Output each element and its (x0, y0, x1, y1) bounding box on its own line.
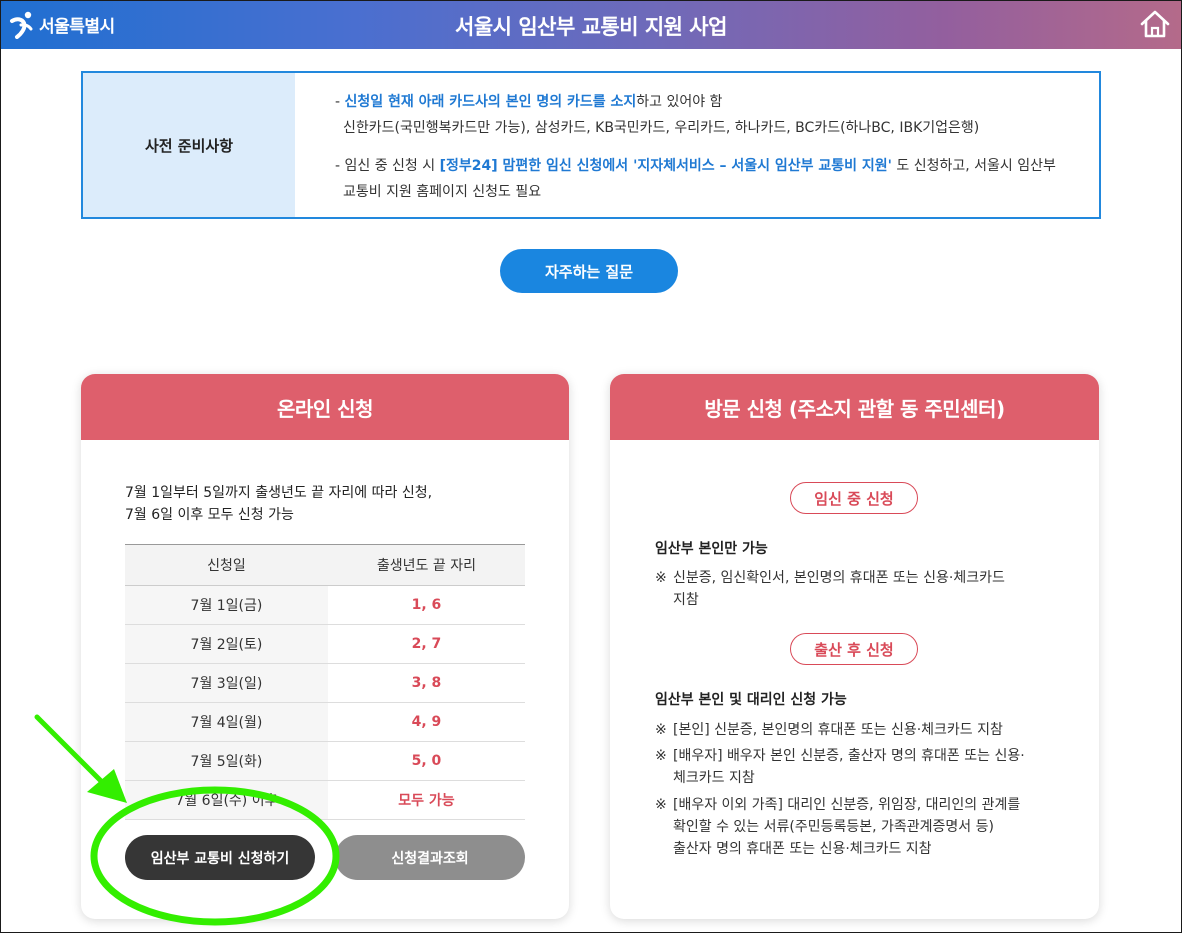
pregnant-note: ※ 신분증, 임신확인서, 본인명의 휴대폰 또는 신용·체크카드 지참 (655, 567, 1075, 611)
visit-card-title: 방문 신청 (주소지 관할 동 주민센터) (610, 374, 1099, 440)
note-self-line1: [본인] 신분증, 본인명의 휴대폰 또는 신용·체크카드 지참 (673, 722, 1003, 738)
postbirth-application-badge: 출산 후 신청 (790, 633, 918, 665)
note-family-line2: 확인할 수 있는 서류(주민등록등본, 가족관계증명서 등) (673, 819, 994, 835)
pregnant-note-line2: 지참 (673, 592, 699, 608)
check-result-button[interactable]: 신청결과조회 (335, 835, 525, 880)
note-spouse-line1: [배우자] 배우자 본인 신분증, 출산자 명의 휴대폰 또는 신용· (673, 748, 1025, 764)
row-date: 7월 5일(화) (125, 741, 328, 781)
note-mark: ※ (655, 722, 667, 738)
table-header-date: 신청일 (125, 544, 328, 586)
postbirth-subtitle: 임산부 본인 및 대리인 신청 가능 (655, 692, 847, 708)
page-title: 서울시 임산부 교통비 지원 사업 (455, 15, 727, 39)
online-desc-line1: 7월 1일부터 5일까지 출생년도 끝 자리에 따라 신청, (125, 485, 433, 501)
prep-card-highlight: 신청일 현재 아래 카드사의 본인 명의 카드를 소지 (344, 94, 637, 110)
row-digits: 모두 가능 (327, 780, 525, 820)
row-date: 7월 2일(토) (125, 624, 328, 664)
row-date: 7월 1일(금) (125, 585, 328, 625)
online-card-title: 온라인 신청 (81, 374, 569, 440)
table-row: 7월 1일(금) 1, 6 (125, 585, 525, 625)
row-digits: 2, 7 (327, 624, 525, 664)
note-family-line1: [배우자 이외 가족] 대리인 신분증, 위임장, 대리인의 관계를 (673, 797, 1021, 813)
note-mark: ※ (655, 748, 667, 764)
page-frame: 서울특별시 서울시 임산부 교통비 지원 사업 사전 준비사항 - 신청일 현재… (0, 0, 1182, 933)
table-row: 7월 5일(화) 5, 0 (125, 741, 525, 781)
row-date: 7월 4일(월) (125, 702, 328, 742)
top-header: 서울특별시 서울시 임산부 교통비 지원 사업 (1, 1, 1181, 49)
pregnant-subtitle: 임산부 본인만 가능 (655, 541, 768, 557)
prep-dash: - (335, 158, 345, 174)
note-mark: ※ (655, 570, 667, 586)
online-application-card: 온라인 신청 7월 1일부터 5일까지 출생년도 끝 자리에 따라 신청, 7월… (81, 374, 569, 919)
note-spouse-line2: 체크카드 지참 (673, 770, 755, 786)
row-date: 7월 3일(일) (125, 663, 328, 703)
table-row: 7월 2일(토) 2, 7 (125, 624, 525, 664)
row-date: 7월 6일(수) 이후 (125, 780, 328, 820)
row-digits: 4, 9 (327, 702, 525, 742)
pregnant-note-line1: 신분증, 임신확인서, 본인명의 휴대폰 또는 신용·체크카드 (673, 570, 1005, 586)
postbirth-note-family: ※ [배우자 이외 가족] 대리인 신분증, 위임장, 대리인의 관계를 확인할 … (655, 794, 1075, 860)
prep-gov24-line2: 교통비 지원 홈페이지 신청도 필요 (343, 184, 542, 200)
faq-button[interactable]: 자주하는 질문 (500, 249, 678, 293)
prep-dash: - (335, 94, 345, 110)
row-digits: 5, 0 (327, 741, 525, 781)
online-desc-line2: 7월 6일 이후 모두 신청 가능 (125, 507, 294, 523)
note-family-line3: 출산자 명의 휴대폰 또는 신용·체크카드 지참 (673, 841, 932, 857)
schedule-table: 신청일 출생년도 끝 자리 7월 1일(금) 1, 6 7월 2일(토) 2, 7 … (125, 544, 525, 820)
pregnant-application-badge: 임신 중 신청 (790, 482, 918, 514)
apply-transport-subsidy-button[interactable]: 임산부 교통비 신청하기 (125, 835, 315, 880)
prep-gov24-rest: 도 신청하고, 서울시 임산부 (891, 158, 1056, 174)
note-mark: ※ (655, 797, 667, 813)
prep-label: 사전 준비사항 (83, 73, 295, 217)
prep-content: - 신청일 현재 아래 카드사의 본인 명의 카드를 소지하고 있어야 함 신한… (295, 73, 1099, 217)
home-button[interactable] (1139, 9, 1171, 39)
prep-item-card: - 신청일 현재 아래 카드사의 본인 명의 카드를 소지하고 있어야 함 (335, 89, 1085, 115)
table-header-digits: 출생년도 끝 자리 (327, 544, 525, 586)
postbirth-note-self: ※ [본인] 신분증, 본인명의 휴대폰 또는 신용·체크카드 지참 (655, 719, 1075, 741)
prep-requirements-box: 사전 준비사항 - 신청일 현재 아래 카드사의 본인 명의 카드를 소지하고 … (81, 71, 1101, 219)
prep-gov24-pre: 임신 중 신청 시 (344, 158, 440, 174)
home-icon (1140, 10, 1170, 38)
row-digits: 1, 6 (327, 585, 525, 625)
table-row: 7월 3일(일) 3, 8 (125, 663, 525, 703)
prep-card-list: 신한카드(국민행복카드만 가능), 삼성카드, KB국민카드, 우리카드, 하나… (343, 120, 980, 136)
table-row: 7월 4일(월) 4, 9 (125, 702, 525, 742)
prep-item-gov24: - 임신 중 신청 시 [정부24] 맘편한 임신 신청에서 '지자체서비스 –… (335, 153, 1085, 179)
postbirth-note-spouse: ※ [배우자] 배우자 본인 신분증, 출산자 명의 휴대폰 또는 신용· 체크카… (655, 745, 1075, 789)
visit-application-card: 방문 신청 (주소지 관할 동 주민센터) 임신 중 신청 임산부 본인만 가능… (610, 374, 1099, 919)
online-description: 7월 1일부터 5일까지 출생년도 끝 자리에 따라 신청, 7월 6일 이후 … (125, 482, 432, 526)
table-row: 7월 6일(수) 이후 모두 가능 (125, 780, 525, 820)
prep-card-rest: 하고 있어야 함 (636, 94, 723, 110)
prep-gov24-highlight: [정부24] 맘편한 임신 신청에서 '지자체서비스 – 서울시 임산부 교통비… (439, 158, 892, 174)
row-digits: 3, 8 (327, 663, 525, 703)
